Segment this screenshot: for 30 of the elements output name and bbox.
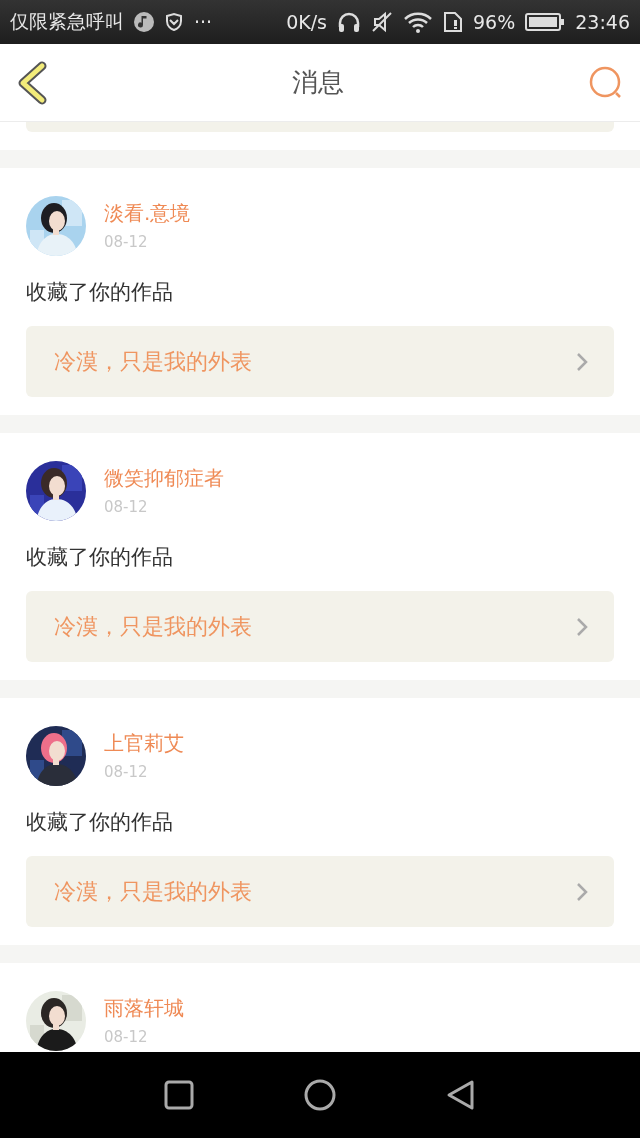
back-nav-button[interactable] bbox=[446, 1079, 476, 1111]
action-text: 收藏了你的作品 bbox=[26, 279, 174, 306]
chevron-icon bbox=[576, 881, 588, 902]
more-text: ··· bbox=[194, 11, 213, 33]
chevron-icon bbox=[576, 616, 588, 637]
headphones-icon bbox=[337, 11, 361, 33]
user-name[interactable]: 微笑抑郁症者 bbox=[104, 465, 224, 492]
clock: 23:46 bbox=[575, 11, 630, 33]
home-button[interactable] bbox=[304, 1079, 336, 1111]
network-speed: 0K/s bbox=[286, 11, 327, 33]
back-button[interactable] bbox=[16, 60, 48, 105]
action-text: 收藏了你的作品 bbox=[26, 809, 174, 836]
music-note-icon bbox=[134, 12, 154, 32]
recent-apps-button[interactable] bbox=[164, 1080, 194, 1110]
page-title: 消息 bbox=[292, 66, 344, 99]
user-name[interactable]: 淡看.意境 bbox=[104, 200, 191, 227]
battery-percent: 96% bbox=[473, 11, 516, 33]
wifi-icon bbox=[403, 11, 433, 33]
mute-icon bbox=[371, 11, 393, 33]
action-text: 收藏了你的作品 bbox=[26, 544, 174, 571]
battery-icon bbox=[525, 12, 566, 32]
shield-icon bbox=[164, 12, 184, 32]
user-name[interactable]: 雨落轩城 bbox=[104, 995, 184, 1022]
carrier-text: 仅限紧急呼叫 bbox=[10, 9, 124, 34]
work-link[interactable]: 冷漠，只是我的外表 bbox=[26, 856, 614, 927]
sim-card-icon bbox=[443, 11, 463, 33]
user-name[interactable]: 上官莉艾 bbox=[104, 730, 184, 757]
work-link[interactable]: 冷漠，只是我的外表 bbox=[26, 591, 614, 662]
work-link[interactable]: 冷漠，只是我的外表 bbox=[26, 326, 614, 397]
chevron-icon bbox=[576, 351, 588, 372]
